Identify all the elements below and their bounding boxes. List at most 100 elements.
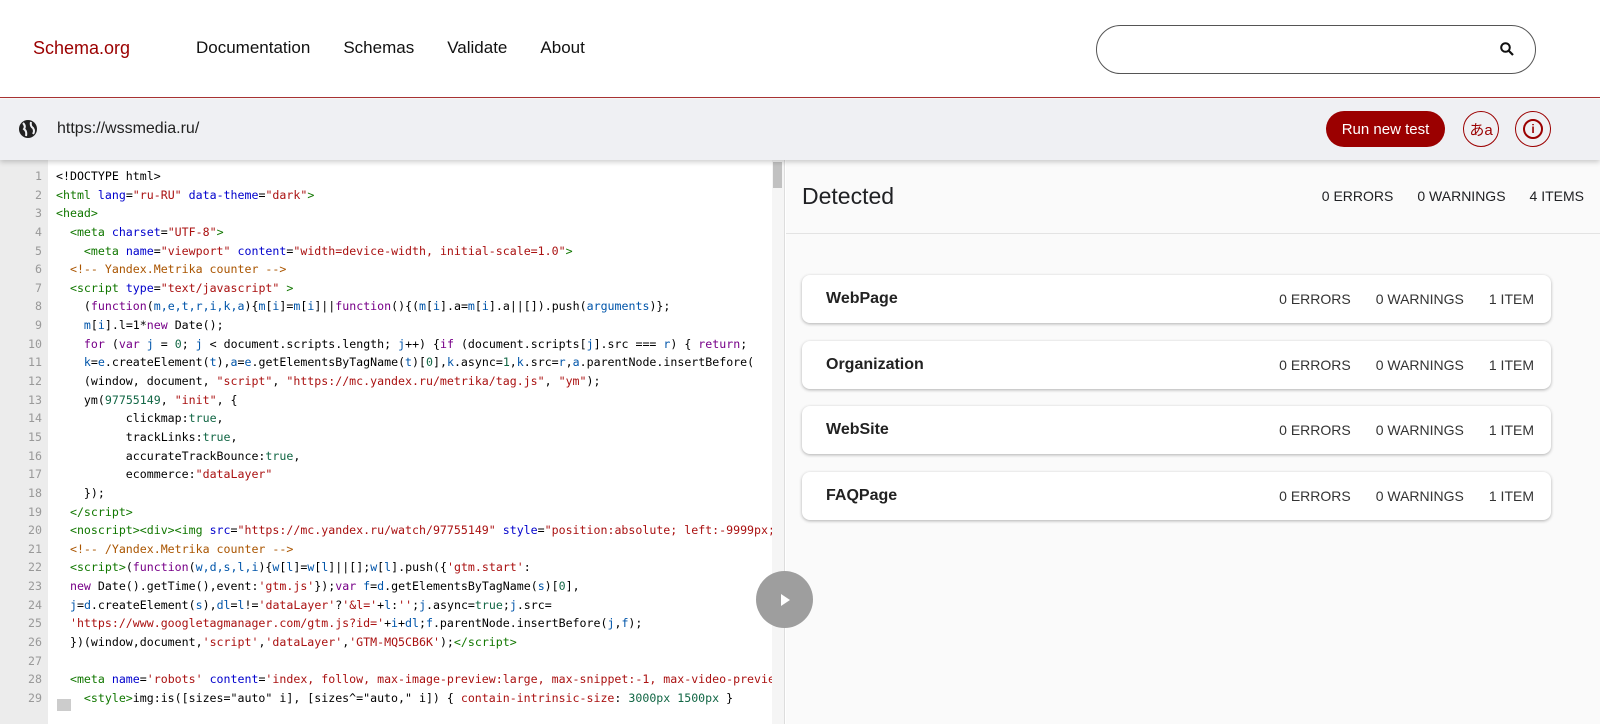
line-text: clickmap:true, (42, 409, 224, 428)
globe-icon (19, 120, 37, 138)
code-token: : (523, 560, 531, 575)
code-line: 23 new Date().getTime(),event:'gtm.js'})… (0, 577, 772, 596)
code-token: j (419, 597, 427, 612)
play-button[interactable] (756, 571, 813, 628)
code-token: 'gtm.start' (446, 560, 524, 575)
code-token: charset (111, 224, 161, 239)
line-text: </script> (42, 503, 133, 522)
code-token: )[ (412, 355, 426, 370)
code-token: dl (216, 597, 231, 612)
result-items: 1 ITEM (1488, 487, 1534, 504)
result-stats: 0 ERRORS 0 WARNINGS 1 ITEM (1279, 357, 1534, 373)
code-token: > (216, 224, 224, 239)
result-card-webpage[interactable]: WebPage 0 ERRORS 0 WARNINGS 1 ITEM (802, 275, 1551, 323)
vertical-scrollbar[interactable] (772, 160, 784, 724)
code-token: "init" (174, 392, 217, 407)
code-line: 29 <style>img:is([sizes="auto" i], [size… (0, 689, 772, 708)
code-token: function (335, 299, 392, 314)
code-token: = (230, 597, 238, 612)
code-token: .parentNode.insertBefore( (579, 355, 755, 370)
code-token: ym( (56, 392, 105, 407)
result-card-faqpage[interactable]: FAQPage 0 ERRORS 0 WARNINGS 1 ITEM (802, 471, 1551, 520)
code-token: ].src === (593, 336, 664, 351)
code-token: clickmap: (56, 411, 189, 426)
code-token: <!-- /Yandex.Metrika counter --> (56, 541, 294, 556)
code-token: ); (628, 616, 643, 631)
code-token: e (97, 355, 105, 370)
schema-org-logo[interactable]: Schema.org (33, 38, 130, 59)
code-token: Date(); (167, 318, 224, 333)
url-bar: https://wssmedia.ru/ Run new test あa i (0, 99, 1600, 160)
search-input[interactable] (1096, 25, 1536, 74)
result-warnings: 0 WARNINGS (1375, 291, 1464, 307)
code-token: true (265, 448, 294, 463)
code-token: }); (56, 485, 105, 500)
code-token: <meta (56, 224, 112, 239)
code-token: i (391, 616, 399, 631)
code-token: 'dataLayer' (265, 635, 343, 650)
detected-summary: 0 ERRORS 0 WARNINGS 4 ITEMS (1322, 188, 1584, 204)
code-token: "width=device-width, initial-scale=1.0" (293, 243, 566, 258)
code-token: , (272, 374, 287, 389)
code-line: 17 ecommerce:"dataLayer" (0, 465, 772, 484)
line-text: })(window,document,'script','dataLayer',… (42, 633, 517, 652)
search-icon[interactable] (1499, 41, 1515, 57)
code-token: .createElement( (104, 355, 210, 370)
result-card-organization[interactable]: Organization 0 ERRORS 0 WARNINGS 1 ITEM (802, 340, 1551, 389)
source-code-editor[interactable]: 1 <!DOCTYPE html> 2 <html lang="ru-RU" data… (0, 160, 785, 724)
result-card-website[interactable]: WebSite 0 ERRORS 0 WARNINGS 1 ITEM (802, 406, 1551, 454)
code-token: "viewport" (160, 243, 231, 258)
code-token: ], (565, 579, 580, 594)
line-number: 10 (28, 336, 42, 351)
code-line: 27 (0, 652, 772, 671)
code-token: ); (439, 635, 454, 650)
code-token: i (433, 299, 440, 314)
code-token: 'script' (202, 635, 259, 650)
language-button[interactable]: あa (1463, 111, 1499, 147)
line-text: 'https://www.googletagmanager.com/gtm.js… (42, 614, 642, 633)
code-token: ), (202, 597, 217, 612)
line-text: trackLinks:true, (42, 428, 238, 447)
result-type: WebPage (826, 290, 898, 307)
line-text: accurateTrackBounce:true, (42, 447, 301, 466)
code-token: '' (398, 597, 413, 612)
line-number: 2 (35, 187, 42, 202)
code-token: > (279, 280, 294, 295)
code-token: = (160, 224, 168, 239)
code-token: true (188, 411, 217, 426)
line-number: 16 (28, 448, 42, 463)
code-token: ]|| (314, 299, 336, 314)
code-line: 20 <noscript><div><img src="https://mc.y… (0, 521, 772, 540)
code-token: ){ (244, 299, 259, 314)
code-token: for (56, 336, 105, 351)
nav-about[interactable]: About (540, 38, 584, 58)
line-text: m[i].l=1*new Date(); (42, 316, 224, 335)
nav-documentation[interactable]: Documentation (196, 38, 310, 58)
code-token: [ (426, 299, 434, 314)
line-text: <!-- Yandex.Metrika counter --> (42, 260, 286, 279)
scrollbar-thumb[interactable] (773, 162, 782, 188)
nav-validate[interactable]: Validate (447, 38, 507, 58)
code-token: k (446, 355, 454, 370)
code-token: true (202, 429, 231, 444)
code-token: d (83, 597, 91, 612)
code-token: k (516, 355, 524, 370)
code-token: 0 (426, 355, 433, 370)
line-number: 1 (35, 169, 42, 183)
info-button[interactable]: i (1515, 111, 1551, 147)
run-new-test-button[interactable]: Run new test (1326, 111, 1445, 147)
nav-schemas[interactable]: Schemas (343, 38, 414, 58)
result-errors: 0 ERRORS (1279, 291, 1351, 307)
code-token: content (202, 672, 259, 687)
line-text: k=e.createElement(t),a=e.getElementsByTa… (42, 353, 754, 372)
code-token: , (565, 355, 573, 370)
horizontal-scrollbar-thumb[interactable] (57, 699, 71, 711)
code-token: 1 (502, 355, 510, 370)
code-token: t (209, 355, 217, 370)
result-warnings: 0 WARNINGS (1375, 422, 1464, 438)
code-token: 0 (174, 336, 182, 351)
line-number: 6 (35, 262, 42, 277)
line-text: new Date().getTime(),event:'gtm.js'});va… (42, 577, 580, 596)
code-token: [ (474, 299, 482, 314)
code-line: 13 ym(97755149, "init", { (0, 391, 772, 410)
